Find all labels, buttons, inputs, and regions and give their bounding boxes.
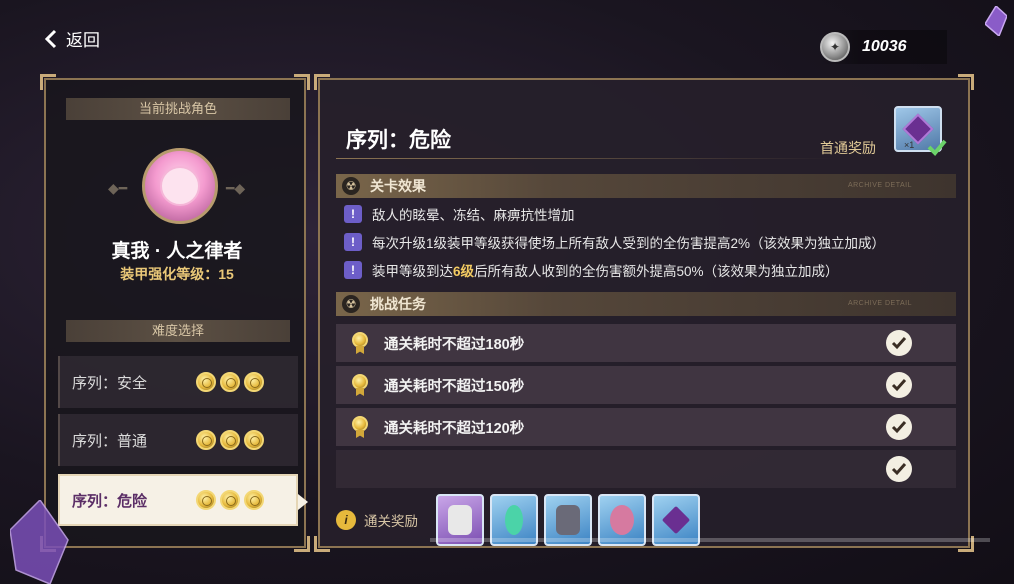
section-tag: ARCHIVE DETAIL [847,300,912,307]
check-icon [886,372,912,398]
effect-text: 装甲等级到达6级后所有敌人收到的全伤害额外提高50%（该效果为独立加成） [372,264,839,279]
section-tag: ARCHIVE DETAIL [847,182,912,189]
task-label: 通关耗时不超过150秒 [384,378,525,395]
medal-icon [350,332,370,354]
sequence-title: 序列：危险 [346,129,451,152]
medal-icon [220,490,240,510]
medal-icon [196,490,216,510]
medal-group [196,372,264,392]
frame-corner [314,536,330,552]
scroll-indicator [430,538,990,542]
task-label: 通关耗时不超过180秒 [384,336,525,353]
task-row: 通关耗时不超过150秒 [336,366,956,404]
back-label: 返回 [66,31,100,50]
effect-text: 敌人的眩晕、冻结、麻痹抗性增加 [372,208,575,223]
decorative-crystal-icon [10,500,69,584]
effect-item: ! 敌人的眩晕、冻结、麻痹抗性增加 [344,204,575,224]
difficulty-label: 序列：安全 [72,374,148,392]
info-icon: i [336,510,356,530]
ornament-right: ━◆ [226,180,246,196]
weapon-card-icon [448,505,472,535]
warning-icon: ! [344,205,362,223]
warning-icon: ! [344,261,362,279]
challenge-tasks-title: 挑战任务 [370,296,426,312]
first-clear-reward-item[interactable]: ×1 [894,106,947,156]
difficulty-item-danger[interactable]: 序列：危险 [58,474,308,526]
crystal-icon [985,6,1007,36]
avatar [142,148,218,224]
reward-count: ×1 [904,140,915,150]
effect-text: 每次升级1级装甲等级获得使场上所有敌人受到的全伤害提高2%（该效果为独立加成） [372,236,886,251]
medal-icon [350,374,370,396]
chain-icon [505,505,523,535]
difficulty-item-safe[interactable]: 序列：安全 [58,356,298,408]
check-icon [886,414,912,440]
top-bar: 返回 ✦ 10036 [0,0,1014,76]
medal-icon [196,372,216,392]
check-icon [886,330,912,356]
current-character-title: 当前挑战角色 [66,98,290,120]
currency-amount: 10036 [862,38,907,55]
avatar-portrait [160,166,200,206]
medal-icon [244,490,264,510]
clear-reward-label: 通关奖励 [364,514,418,529]
crystal-icon [661,505,691,535]
difficulty-title: 难度选择 [66,320,290,342]
currency-display: ✦ 10036 [820,30,947,64]
warning-icon: ! [344,233,362,251]
effect-item: ! 每次升级1级装甲等级获得使场上所有敌人受到的全伤害提高2%（该效果为独立加成… [344,232,885,252]
frame-corner [958,74,974,90]
task-row [336,450,956,488]
material-icon [610,505,634,535]
medal-icon [244,372,264,392]
medal-icon [244,430,264,450]
challenge-tasks-header: ☢ 挑战任务 ARCHIVE DETAIL [336,292,956,316]
coin-icon: ✦ [820,32,850,62]
frame-corner [314,74,330,90]
selection-arrow [298,494,308,510]
difficulty-label: 序列：普通 [72,432,148,450]
chevron-left-icon [44,29,57,48]
stage-effects-header: ☢ 关卡效果 ARCHIVE DETAIL [336,174,956,198]
check-icon [886,456,912,482]
back-button[interactable]: 返回 [44,26,100,51]
frame-corner [294,536,310,552]
medal-group [196,430,264,450]
first-clear-reward-label: 首通奖励 [820,140,876,156]
stigmata-icon [556,505,580,535]
task-row: 通关耗时不超过120秒 [336,408,956,446]
stage-effects-title: 关卡效果 [370,178,426,194]
task-row: 通关耗时不超过180秒 [336,324,956,362]
check-icon [927,139,947,156]
armor-level: 装甲强化等级：15 [120,266,234,282]
stage-detail-panel: 序列：危险 首通奖励 ×1 ☢ 关卡效果 ARCHIVE DETAIL ! 敌人… [314,74,974,552]
effect-item: ! 装甲等级到达6级后所有敌人收到的全伤害额外提高50%（该效果为独立加成） [344,260,839,280]
medal-icon [220,372,240,392]
medal-icon [220,430,240,450]
ornament-left: ◆━ [108,180,128,196]
difficulty-item-normal[interactable]: 序列：普通 [58,414,298,466]
frame-corner [294,74,310,90]
character-name: 真我 · 人之律者 [111,241,243,262]
difficulty-label: 序列：危险 [72,492,148,510]
hazard-icon: ☢ [342,177,360,195]
task-label: 通关耗时不超过120秒 [384,420,525,437]
medal-icon [196,430,216,450]
hazard-icon: ☢ [342,295,360,313]
divider [336,158,836,159]
medal-group [196,490,264,510]
frame-corner [40,74,56,90]
medal-icon [350,416,370,438]
character-panel: 当前挑战角色 ◆━ ━◆ 真我 · 人之律者 装甲强化等级：15 难度选择 序列… [40,74,310,552]
